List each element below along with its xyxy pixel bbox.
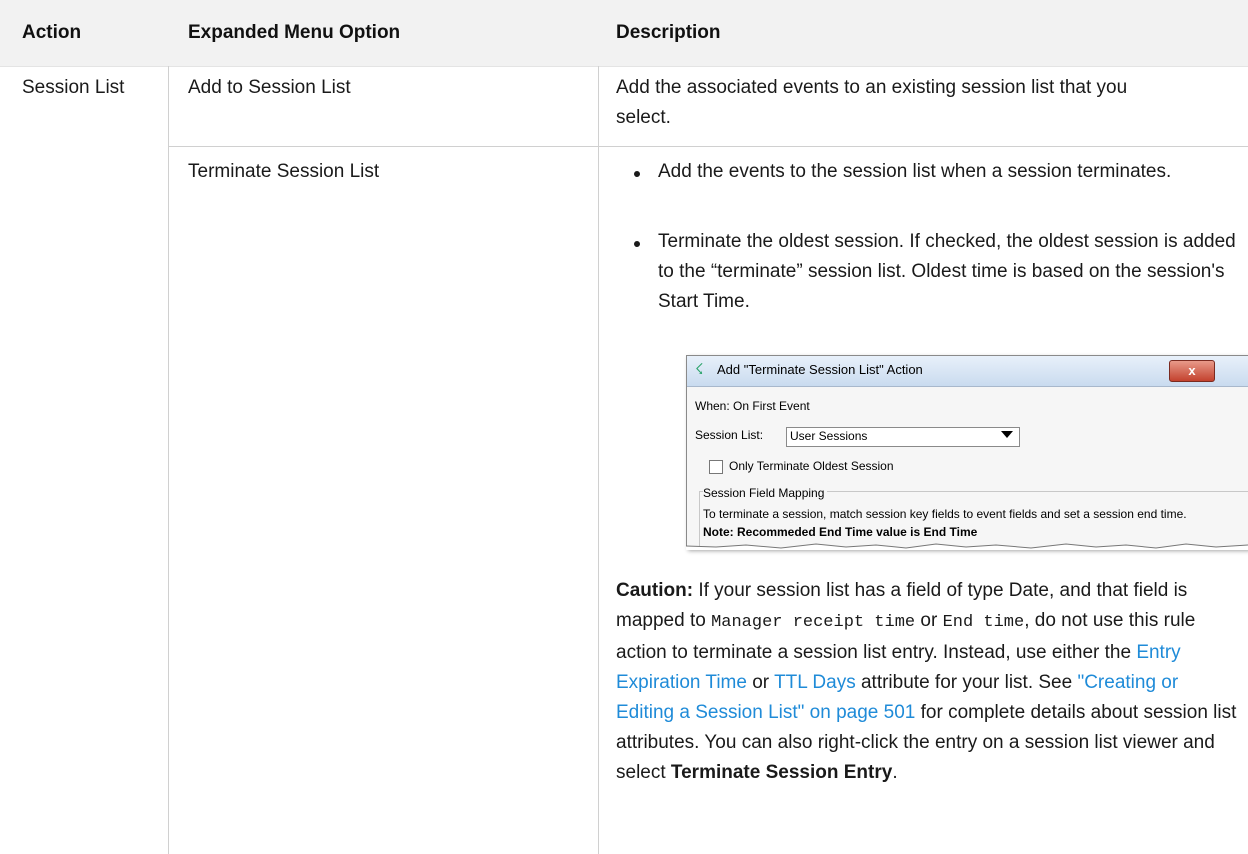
header-action: Action — [22, 22, 82, 43]
action-cell-session-list: Session List — [22, 77, 125, 98]
caution-text-7: . — [892, 762, 898, 783]
header-description: Description — [616, 22, 721, 43]
bullet-terminate-oldest: Terminate the oldest session. If checked… — [658, 231, 1236, 312]
description-add-to-session-list: Add the associated events to an existing… — [616, 77, 1128, 128]
dialog-body: When: On First Event Session List: User … — [687, 387, 1248, 548]
code-manager-receipt-time: Manager receipt time — [711, 613, 916, 632]
option-add-to-session-list: Add to Session List — [188, 77, 351, 98]
caution-text-2: or — [915, 610, 943, 631]
chevron-down-icon — [1001, 431, 1013, 438]
bullet-add-events: Add the events to the session list when … — [658, 161, 1172, 182]
only-terminate-oldest-checkbox — [709, 460, 723, 474]
caution-paragraph: Caution: If your session list has a fiel… — [616, 576, 1238, 788]
bullet-dot — [634, 241, 640, 247]
dialog-title: Add "Terminate Session List" Action — [717, 362, 923, 377]
torn-edge — [686, 543, 1248, 550]
session-list-value: User Sessions — [790, 429, 868, 443]
when-label: When: On First Event — [695, 399, 810, 413]
checkbox-label: Only Terminate Oldest Session — [729, 459, 894, 473]
terminate-session-entry-label: Terminate Session Entry — [670, 762, 893, 783]
dialog-title-bar: ☇ Add "Terminate Session List" Action x — [687, 356, 1248, 387]
row-divider — [168, 146, 1248, 147]
link-ttl-days[interactable]: TTL Days — [774, 672, 856, 693]
caution-label: Caution: — [616, 580, 694, 601]
session-list-select: User Sessions — [786, 427, 1020, 447]
group-text: To terminate a session, match session ke… — [703, 507, 1187, 521]
option-terminate-session-list: Terminate Session List — [188, 161, 380, 182]
session-list-label: Session List: — [695, 428, 764, 442]
session-list-actions-table: Action Expanded Menu Option Description … — [0, 0, 1248, 854]
group-label: Session Field Mapping — [703, 486, 828, 500]
code-end-time: End time — [942, 613, 1025, 632]
header-expanded-menu-option: Expanded Menu Option — [188, 22, 401, 43]
caution-text-5: attribute for your list. See — [855, 672, 1078, 693]
app-icon: ☇ — [695, 361, 704, 378]
bullet-dot — [634, 171, 640, 177]
column-divider-1 — [168, 66, 169, 854]
close-icon: x — [1169, 360, 1215, 382]
caution-text-4: or — [746, 672, 775, 693]
header-divider — [0, 66, 1248, 67]
column-divider-2 — [598, 66, 599, 854]
terminate-session-list-dialog-screenshot: ☇ Add "Terminate Session List" Action x … — [686, 355, 1248, 549]
